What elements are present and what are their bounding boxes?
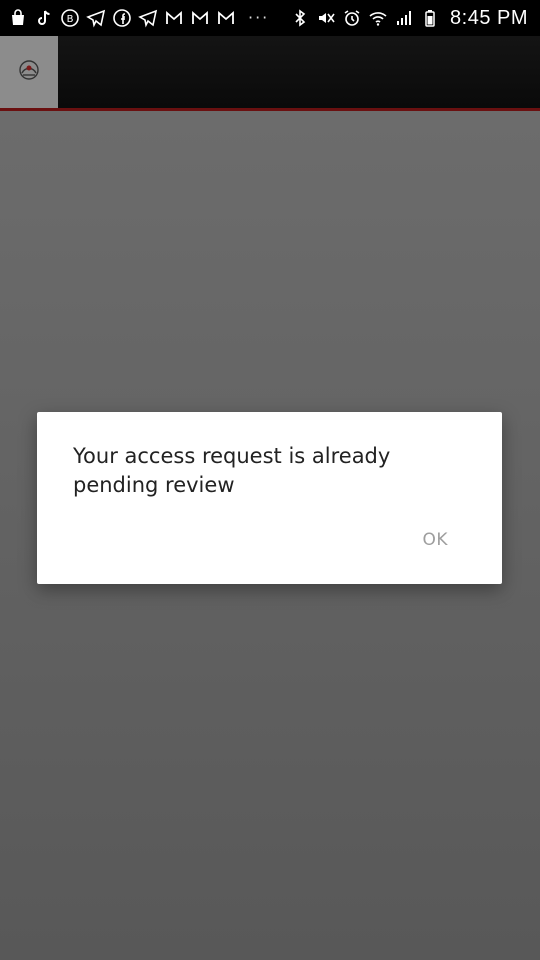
dialog-message: Your access request is already pending r…: [73, 444, 391, 497]
mute-icon: [316, 8, 336, 28]
svg-text:B: B: [67, 14, 74, 25]
app-logo-icon: [17, 58, 41, 86]
clock-time: 8:45 PM: [450, 6, 528, 29]
b-circle-icon: B: [60, 8, 80, 28]
status-bar: B ··· 8:45 PM: [0, 0, 540, 36]
tiktok-icon: [34, 8, 54, 28]
signal-icon: [394, 8, 414, 28]
gmail-icon: [190, 8, 210, 28]
telegram-icon: [138, 8, 158, 28]
alarm-icon: [342, 8, 362, 28]
overflow-indicator: ···: [248, 8, 270, 27]
app-logo-button[interactable]: [0, 36, 58, 108]
gmail-icon: [216, 8, 236, 28]
shopping-bag-icon: [8, 8, 28, 28]
facebook-icon: [112, 8, 132, 28]
telegram-icon: [86, 8, 106, 28]
bluetooth-icon: [290, 8, 310, 28]
notification-icons: B ···: [8, 8, 275, 28]
gmail-icon: [164, 8, 184, 28]
ok-button[interactable]: OK: [422, 530, 448, 550]
system-icons: 8:45 PM: [290, 6, 528, 30]
wifi-icon: [368, 8, 388, 28]
app-bar: [0, 36, 540, 111]
alert-dialog: Your access request is already pending r…: [37, 412, 502, 584]
battery-icon: [420, 8, 440, 28]
